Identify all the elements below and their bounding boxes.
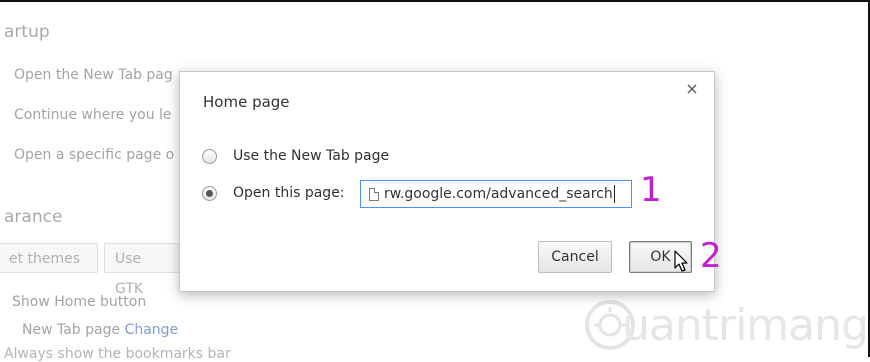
radio-new-tab[interactable] [202, 148, 217, 164]
startup-option-label: Open a specific page o [14, 147, 175, 163]
watermark-text: uantrimang [622, 300, 869, 351]
use-gtk-button: Use GTK [104, 243, 184, 297]
startup-option-specific-page: Open a specific page o [0, 147, 174, 163]
change-home-page-link: Change [124, 322, 179, 338]
show-home-button-setting: Show Home button [12, 294, 147, 310]
option-open-this-page[interactable]: Open this page: [202, 185, 345, 201]
startup-option-new-tab: Open the New Tab pag [0, 67, 173, 83]
home-page-summary: New Tab page Change [22, 322, 178, 338]
step-2-annotation: 2 [700, 236, 722, 276]
close-icon[interactable]: × [683, 80, 701, 98]
radio-open-page[interactable] [202, 185, 217, 201]
url-value: rw.google.com/advanced_search [384, 186, 613, 202]
option-open-page-label: Open this page: [233, 185, 345, 201]
home-page-dialog: Home page × Use the New Tab page Open th… [179, 71, 715, 292]
get-themes-button: et themes [0, 243, 98, 273]
startup-option-label: Continue where you le [14, 107, 172, 123]
home-page-url-input[interactable]: rw.google.com/advanced_search [360, 180, 632, 208]
startup-option-continue: Continue where you le [0, 107, 172, 123]
cancel-button[interactable]: Cancel [538, 241, 612, 273]
step-1-annotation: 1 [640, 170, 662, 210]
mouse-pointer-icon [674, 250, 688, 272]
text-caret [613, 185, 615, 203]
dialog-title: Home page [203, 93, 290, 111]
appearance-section-title: arance [4, 207, 63, 227]
startup-section-title: artup [4, 22, 50, 42]
home-page-value: New Tab page [22, 322, 121, 338]
startup-option-label: Open the New Tab pag [14, 67, 173, 83]
option-new-tab-label: Use the New Tab page [233, 148, 390, 164]
option-use-new-tab[interactable]: Use the New Tab page [202, 148, 389, 164]
bookmarks-bar-setting: Always show the bookmarks bar [4, 346, 231, 362]
window-frame-top [0, 0, 870, 2]
page-icon [369, 187, 379, 201]
